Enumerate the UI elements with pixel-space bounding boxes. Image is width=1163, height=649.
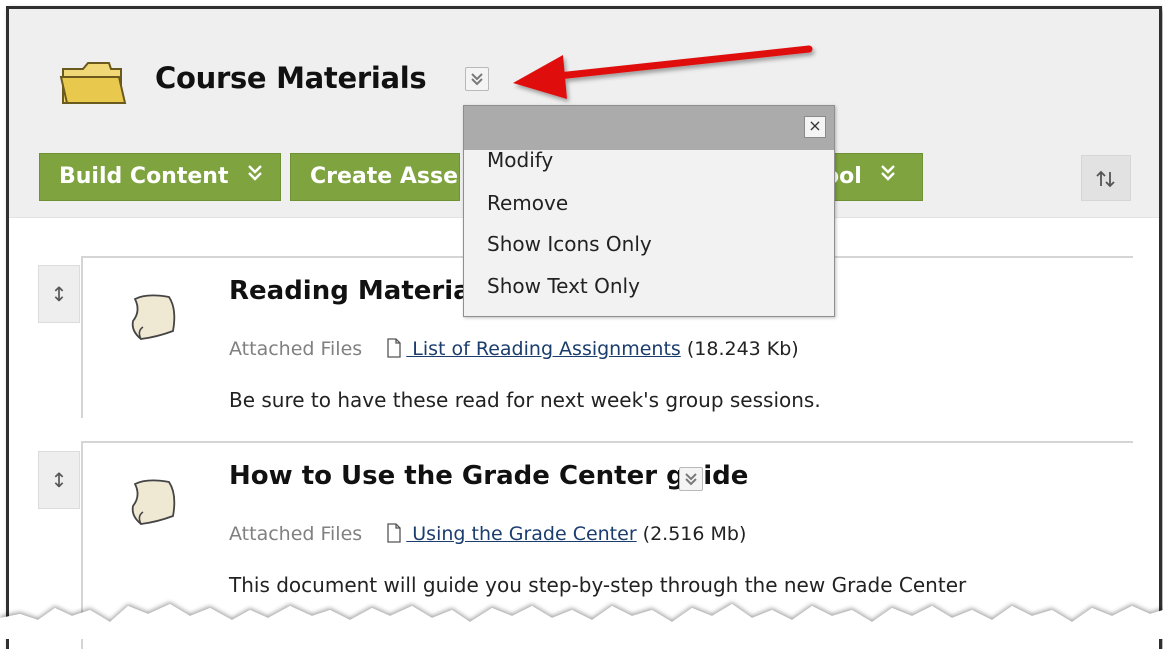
attached-files: Attached Files List of Reading Assignmen… bbox=[229, 338, 799, 363]
torn-edge-decoration bbox=[0, 604, 1163, 639]
file-icon bbox=[386, 338, 402, 363]
menu-item-show-text-only[interactable]: Show Text Only bbox=[487, 274, 640, 298]
red-arrow-annotation bbox=[513, 45, 813, 99]
item-options-button[interactable] bbox=[679, 467, 703, 491]
menu-item-remove[interactable]: Remove bbox=[487, 191, 568, 215]
build-content-button[interactable]: Build Content bbox=[39, 153, 281, 201]
drag-handle-icon: ↕ bbox=[50, 468, 68, 492]
item-title[interactable]: Reading Material bbox=[229, 276, 480, 306]
page-title: Course Materials bbox=[155, 61, 427, 95]
menu-item-modify[interactable]: Modify bbox=[487, 148, 553, 172]
menu-header: × bbox=[464, 106, 834, 150]
drag-handle-icon: ↕ bbox=[50, 282, 68, 306]
file-size: (2.516 Mb) bbox=[636, 523, 747, 545]
file-size: (18.243 Kb) bbox=[680, 338, 799, 360]
chevron-down-icon bbox=[685, 473, 697, 486]
attached-files: Attached Files Using the Grade Center (2… bbox=[229, 523, 746, 548]
file-link[interactable]: Using the Grade Center bbox=[406, 523, 636, 545]
document-icon bbox=[127, 476, 183, 532]
attached-files-label: Attached Files bbox=[229, 338, 363, 360]
document-icon bbox=[127, 291, 183, 347]
create-assessment-label: Create Asses bbox=[310, 164, 460, 189]
item-description: Be sure to have these read for next week… bbox=[229, 388, 821, 412]
file-icon bbox=[386, 523, 402, 548]
item-title[interactable]: How to Use the Grade Center guide bbox=[229, 461, 748, 491]
options-menu: × Modify Remove Show Icons Only Show Tex… bbox=[463, 105, 835, 317]
menu-item-show-icons-only[interactable]: Show Icons Only bbox=[487, 232, 652, 256]
sort-icon bbox=[1096, 170, 1115, 188]
drag-handle[interactable]: ↕ bbox=[38, 451, 80, 509]
chevron-down-icon bbox=[879, 154, 897, 200]
screenshot-frame: Course Materials Build Content Create As… bbox=[6, 6, 1162, 649]
attached-files-label: Attached Files bbox=[229, 523, 363, 545]
file-link[interactable]: List of Reading Assignments bbox=[406, 338, 681, 360]
drag-handle[interactable]: ↕ bbox=[38, 265, 80, 323]
build-content-label: Build Content bbox=[59, 164, 229, 189]
sort-button[interactable] bbox=[1081, 155, 1131, 201]
folder-icon bbox=[59, 59, 129, 111]
chevron-down-icon bbox=[246, 154, 264, 200]
close-icon[interactable]: × bbox=[804, 116, 826, 138]
create-assessment-button[interactable]: Create Asses bbox=[290, 153, 460, 201]
